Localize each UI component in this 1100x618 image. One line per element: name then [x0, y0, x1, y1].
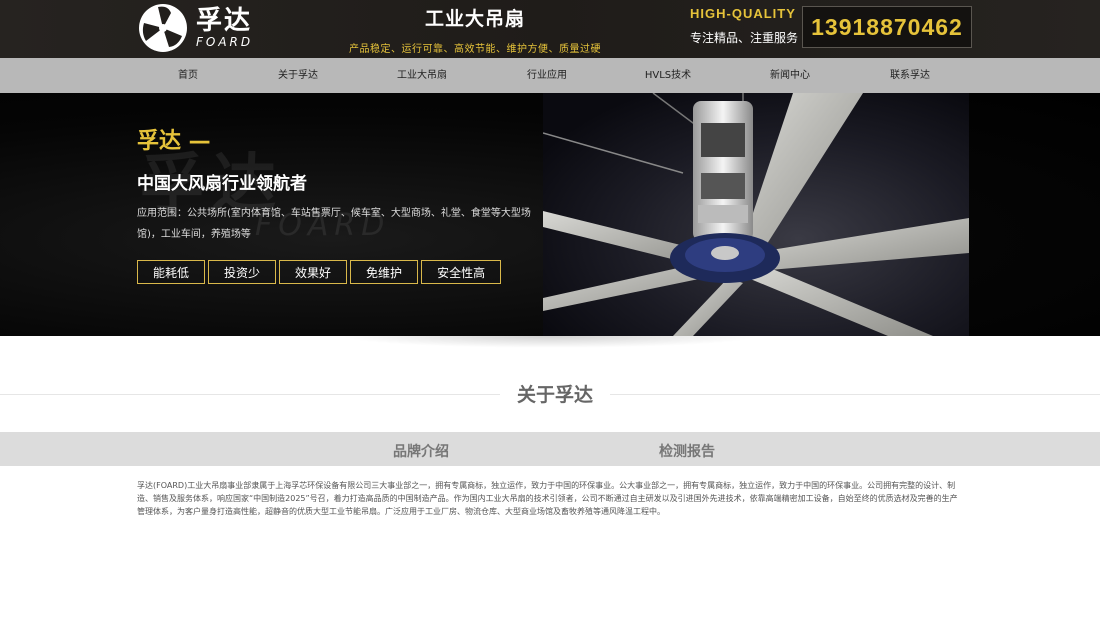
- logo-name-cn: 孚达: [196, 6, 253, 36]
- tab-brand-intro[interactable]: 品牌介绍: [393, 432, 449, 466]
- banner-headline: 孚达 —: [137, 129, 211, 154]
- site-logo[interactable]: 孚达 FOARD: [138, 3, 278, 53]
- header-title: 工业大吊扇: [424, 8, 525, 30]
- nav-item-contact[interactable]: 联系孚达: [890, 58, 930, 93]
- nav-item-about[interactable]: 关于孚达: [278, 58, 318, 93]
- tag-good-effect: 效果好: [279, 260, 348, 284]
- about-tabs: 品牌介绍 检测报告: [0, 432, 1100, 466]
- phone-number[interactable]: 13918870462: [811, 14, 963, 41]
- about-section-header: 关于孚达: [0, 336, 1100, 432]
- section-title: 关于孚达: [500, 380, 610, 407]
- tag-low-investment: 投资少: [208, 260, 277, 284]
- phone-box: 13918870462: [802, 6, 972, 48]
- hero-banner: 孚达 FOARD 孚达 — 中国大风扇行业领航者 应用范围：公共场所(室内体育馆…: [0, 93, 1100, 336]
- nav-item-hvls[interactable]: HVLS技术: [645, 58, 691, 93]
- main-nav: 首页 关于孚达 工业大吊扇 行业应用 HVLS技术 新闻中心 联系孚达: [0, 58, 1100, 93]
- banner-subheadline: 中国大风扇行业领航者: [137, 174, 307, 194]
- tab-test-report[interactable]: 检测报告: [659, 432, 715, 466]
- banner-tags: 能耗低 投资少 效果好 免维护 安全性高: [137, 260, 504, 284]
- site-header: 孚达 FOARD 工业大吊扇 产品稳定、运行可靠、高效节能、维护方便、质量过硬 …: [0, 0, 1100, 58]
- nav-item-news[interactable]: 新闻中心: [770, 58, 810, 93]
- tag-maintenance-free: 免维护: [350, 260, 419, 284]
- tag-low-energy: 能耗低: [137, 260, 206, 284]
- about-content: 孚达(FOARD)工业大吊扇事业部隶属于上海孚芯环保设备有限公司三大事业部之一，…: [137, 481, 958, 516]
- header-quality: HIGH-QUALITY 专注精品、注重服务: [690, 6, 800, 46]
- logo-text: 孚达 FOARD: [196, 8, 253, 48]
- quality-label: HIGH-QUALITY: [690, 6, 796, 21]
- header-center: 工业大吊扇 产品稳定、运行可靠、高效节能、维护方便、质量过硬: [340, 4, 610, 55]
- tag-high-safety: 安全性高: [421, 260, 502, 284]
- banner-description: 应用范围：公共场所(室内体育馆、车站售票厅、候车室、大型商场、礼堂、食堂等大型场…: [137, 208, 531, 240]
- nav-item-fans[interactable]: 工业大吊扇: [397, 58, 447, 93]
- industrial-fan-image: [543, 93, 969, 336]
- nav-item-home[interactable]: 首页: [178, 58, 198, 93]
- nav-item-applications[interactable]: 行业应用: [527, 58, 567, 93]
- header-slogan: 产品稳定、运行可靠、高效节能、维护方便、质量过硬: [349, 44, 601, 55]
- logo-name-en: FOARD: [196, 35, 254, 49]
- quality-subtitle: 专注精品、注重服务: [690, 31, 799, 45]
- fan-logo-icon: [139, 4, 187, 52]
